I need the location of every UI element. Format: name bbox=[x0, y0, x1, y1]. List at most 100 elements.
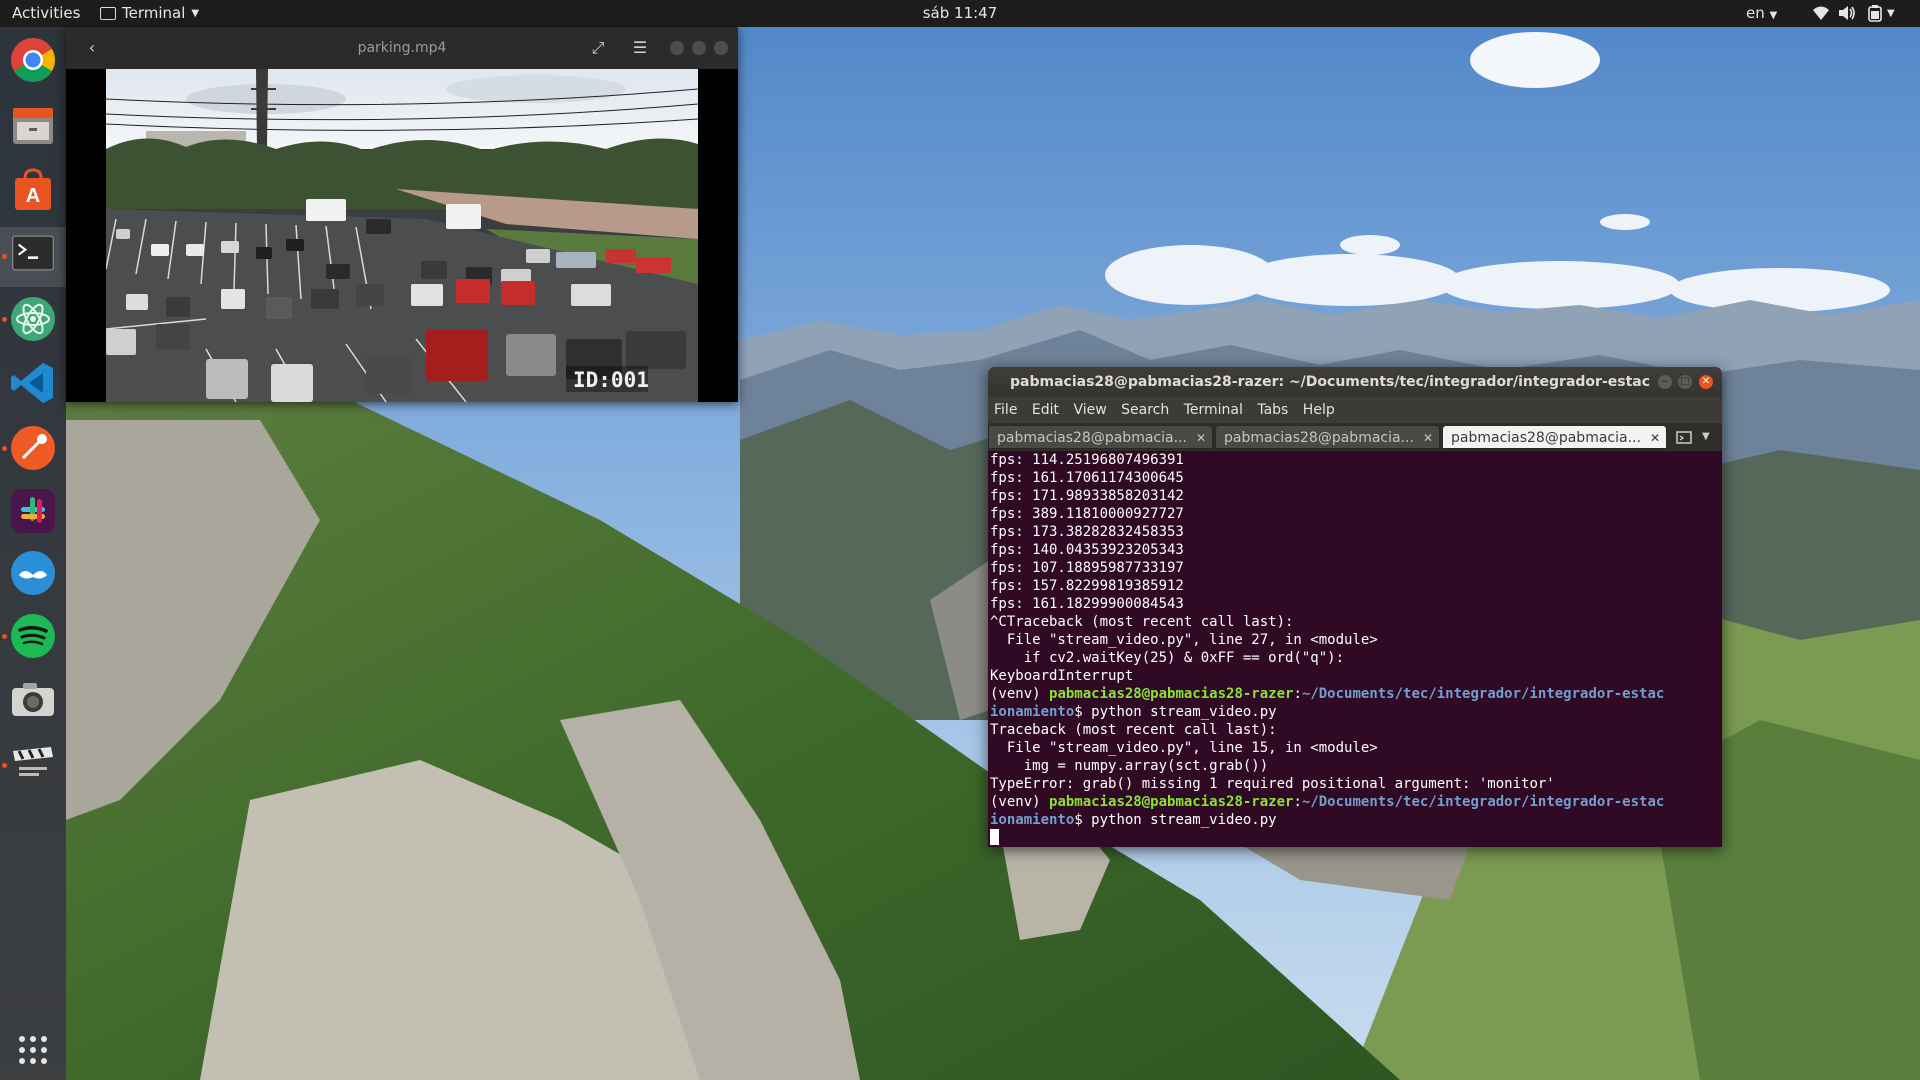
terminal-line: KeyboardInterrupt bbox=[990, 668, 1134, 684]
menu-tabs[interactable]: Tabs bbox=[1257, 402, 1288, 418]
app-grid-icon bbox=[19, 1036, 47, 1064]
prompt-path: ~/Documents/tec/integrador/integrador-es… bbox=[1301, 794, 1665, 810]
dock-item-mastodon[interactable] bbox=[7, 547, 59, 599]
terminal-line: TypeError: grab() missing 1 required pos… bbox=[990, 776, 1555, 792]
vscode-icon bbox=[11, 363, 53, 403]
fullscreen-icon[interactable]: ⤢ bbox=[588, 38, 608, 58]
volume-icon[interactable] bbox=[1838, 5, 1856, 21]
atom-icon bbox=[11, 297, 55, 341]
slack-icon bbox=[11, 489, 55, 533]
dock-item-spotify[interactable] bbox=[2, 610, 59, 662]
battery-power-icon[interactable] bbox=[1868, 5, 1882, 22]
prompt-command: $ python stream_video.py bbox=[1074, 704, 1277, 720]
close-icon[interactable]: ✕ bbox=[1699, 375, 1713, 389]
terminal-prompt-line-cont: ionamiento$ python stream_video.py bbox=[990, 703, 1722, 721]
video-header-bar[interactable]: ‹ parking.mp4 ⤢ ☰ bbox=[66, 27, 738, 69]
dock-item-terminal[interactable] bbox=[0, 227, 66, 287]
prompt-path-wrap: ionamiento bbox=[990, 812, 1075, 828]
venv-label: (venv) bbox=[990, 686, 1050, 702]
wifi-icon[interactable] bbox=[1812, 5, 1830, 21]
terminal-title: pabmacias28@pabmacias28-razer: ~/Documen… bbox=[1010, 374, 1650, 390]
maximize-icon[interactable]: □ bbox=[1678, 375, 1692, 389]
clock-container: sáb 11:47 bbox=[0, 0, 1920, 27]
dock-item-atom[interactable] bbox=[2, 293, 59, 345]
prompt-user-host: pabmacias28@pabmacias28-razer bbox=[1049, 794, 1294, 810]
prompt-command: $ python stream_video.py bbox=[1074, 812, 1277, 828]
prompt-colon: : bbox=[1293, 686, 1302, 702]
terminal-line: fps: 107.18895987733197 bbox=[990, 560, 1184, 576]
top-bar: Activities Terminal ▼ sáb 11:47 en ▼ ▼ bbox=[0, 0, 1920, 27]
dock-item-postman[interactable] bbox=[2, 422, 59, 474]
terminal-line: File "stream_video.py", line 15, in <mod… bbox=[990, 740, 1378, 756]
tabs-dropdown-icon[interactable]: ▼ bbox=[1702, 423, 1710, 451]
dock: A bbox=[0, 27, 66, 1080]
chrome-icon bbox=[11, 38, 55, 82]
terminal-window[interactable]: pabmacias28@pabmacias28-razer: ~/Documen… bbox=[988, 367, 1722, 847]
spotify-icon bbox=[11, 614, 55, 658]
dock-item-files[interactable] bbox=[7, 100, 59, 152]
terminal-line: fps: 114.25196807496391 bbox=[990, 452, 1184, 468]
new-tab-icon[interactable] bbox=[1676, 429, 1694, 445]
terminal-mini-icon bbox=[100, 7, 116, 20]
close-icon[interactable] bbox=[714, 41, 728, 55]
svg-text:A: A bbox=[26, 185, 40, 207]
terminal-input-line[interactable] bbox=[990, 829, 1722, 847]
clock[interactable]: sáb 11:47 bbox=[923, 4, 998, 22]
activities-button[interactable]: Activities bbox=[12, 0, 80, 27]
terminal-line: fps: 389.11810000927727 bbox=[990, 506, 1184, 522]
running-indicator bbox=[2, 634, 7, 639]
terminal-line: img = numpy.array(sct.grab()) bbox=[990, 758, 1269, 774]
terminal-tab-3[interactable]: pabmacias28@pabmacia... ✕ bbox=[1442, 425, 1667, 449]
terminal-line: if cv2.waitKey(25) & 0xFF == ord("q"): bbox=[990, 650, 1345, 666]
language-indicator[interactable]: en ▼ bbox=[1746, 0, 1777, 27]
video-frame[interactable]: ID:001 bbox=[106, 69, 698, 402]
menu-edit[interactable]: Edit bbox=[1032, 402, 1059, 418]
terminal-line: fps: 161.17061174300645 bbox=[990, 470, 1184, 486]
minimize-icon[interactable] bbox=[670, 41, 684, 55]
video-editor-icon bbox=[13, 747, 53, 783]
app-menu-label: Terminal bbox=[122, 4, 186, 22]
app-menu-button[interactable]: Terminal ▼ bbox=[100, 0, 199, 27]
postman-icon bbox=[11, 426, 55, 470]
menu-search[interactable]: Search bbox=[1121, 402, 1169, 418]
prompt-path: ~/Documents/tec/integrador/integrador-es… bbox=[1301, 686, 1665, 702]
terminal-line: fps: 171.98933858203142 bbox=[990, 488, 1184, 504]
dock-item-video-editor[interactable] bbox=[2, 739, 59, 791]
video-player-window[interactable]: ‹ parking.mp4 ⤢ ☰ ID:001 bbox=[66, 27, 738, 402]
terminal-prompt-line: (venv) pabmacias28@pabmacias28-razer:~/D… bbox=[990, 793, 1722, 811]
menu-terminal[interactable]: Terminal bbox=[1184, 402, 1243, 418]
tab-label: pabmacias28@pabmacia... bbox=[1224, 430, 1414, 446]
running-indicator bbox=[2, 446, 7, 451]
system-menu-arrow-icon[interactable]: ▼ bbox=[1887, 0, 1895, 27]
menu-view[interactable]: View bbox=[1073, 402, 1106, 418]
minimize-icon[interactable]: – bbox=[1658, 375, 1672, 389]
dock-item-screenshot[interactable] bbox=[7, 674, 59, 726]
terminal-prompt-line-cont: ionamiento$ python stream_video.py bbox=[990, 811, 1722, 829]
screenshot-icon bbox=[12, 683, 54, 716]
files-icon bbox=[13, 108, 53, 144]
terminal-line: ^CTraceback (most recent call last): bbox=[990, 614, 1294, 630]
menu-help[interactable]: Help bbox=[1303, 402, 1335, 418]
terminal-line: Traceback (most recent call last): bbox=[990, 722, 1277, 738]
dock-item-chrome[interactable] bbox=[7, 34, 59, 86]
maximize-icon[interactable] bbox=[692, 41, 706, 55]
terminal-tab-1[interactable]: pabmacias28@pabmacia... ✕ bbox=[988, 425, 1213, 449]
menu-icon[interactable]: ☰ bbox=[630, 38, 650, 58]
terminal-prompt-line: (venv) pabmacias28@pabmacias28-razer:~/D… bbox=[990, 685, 1722, 703]
show-applications-button[interactable] bbox=[7, 1024, 59, 1076]
terminal-tab-2[interactable]: pabmacias28@pabmacia... ✕ bbox=[1215, 425, 1440, 449]
terminal-line: fps: 157.82299819385912 bbox=[990, 578, 1184, 594]
close-tab-icon[interactable]: ✕ bbox=[1423, 426, 1433, 448]
terminal-output[interactable]: fps: 114.25196807496391 fps: 161.1706117… bbox=[988, 451, 1722, 847]
prompt-path-wrap: ionamiento bbox=[990, 704, 1075, 720]
dock-item-vscode[interactable] bbox=[7, 357, 59, 409]
close-tab-icon[interactable]: ✕ bbox=[1196, 426, 1206, 448]
parking-lot-video-image: ID:001 bbox=[106, 69, 698, 402]
menu-file[interactable]: File bbox=[994, 402, 1017, 418]
software-center-icon: A bbox=[15, 168, 51, 210]
dock-item-slack[interactable] bbox=[7, 485, 59, 537]
terminal-titlebar[interactable]: pabmacias28@pabmacias28-razer: ~/Documen… bbox=[988, 367, 1722, 397]
close-tab-icon[interactable]: ✕ bbox=[1650, 426, 1660, 448]
dock-item-software[interactable]: A bbox=[7, 164, 59, 216]
terminal-line: fps: 161.18299900084543 bbox=[990, 596, 1184, 612]
